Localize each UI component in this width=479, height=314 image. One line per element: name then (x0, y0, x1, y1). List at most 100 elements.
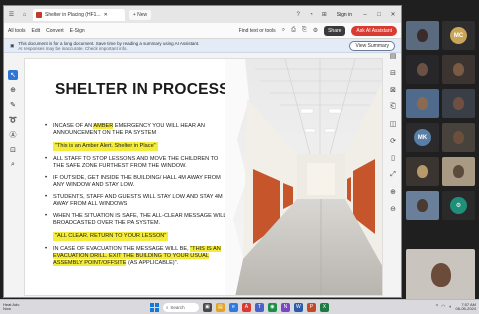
pdf-browser-window: ☰ ⌂ Shelter in Placing (HF1... ✕ + New ?… (3, 5, 402, 298)
chrome-icon[interactable]: ◉ (267, 302, 277, 312)
teams-icon[interactable]: T (254, 302, 264, 312)
sign-in-button[interactable]: Sign in (333, 12, 356, 18)
right-tool-rail: ▤ ⊟ ⊠ ⎗ ◫ ⟳ ▯ ⤢ ⊕ ⊖ (386, 51, 400, 213)
bullet-1: INCASE OF AN AMBER EMERGENCY YOU WILL HE… (45, 123, 230, 137)
participant-tile[interactable] (442, 157, 475, 186)
ai-summary-infobar: ▣ This document is for a long document. … (4, 39, 401, 53)
ask-assistant-button[interactable]: Ask AI Assistant (351, 25, 397, 36)
apps-grid-icon[interactable]: ⊞ (320, 10, 329, 19)
participant-video (453, 63, 464, 76)
taskbar-search[interactable]: ⌕ Search (162, 302, 199, 312)
participant-tile[interactable] (406, 89, 439, 118)
fit-page-icon[interactable]: ⤢ (389, 170, 398, 179)
chevron-up-icon[interactable]: ^ (436, 304, 438, 310)
left-tool-rail: ↖ ⊕ ✎ ➰ Ⓐ ⊡ ⌕ (7, 70, 19, 170)
close-tab-icon[interactable]: ✕ (104, 12, 108, 18)
zoom-tool-icon[interactable]: ⊕ (8, 85, 18, 95)
layers-icon[interactable]: ◫ (389, 119, 398, 128)
participant-tile[interactable] (442, 89, 475, 118)
minimize-icon[interactable]: – (360, 12, 370, 18)
convert-button[interactable]: Convert (46, 28, 64, 34)
lasso-tool-icon[interactable]: ➰ (8, 115, 18, 125)
select-tool-icon[interactable]: ↖ (8, 70, 18, 80)
participant-video (417, 29, 428, 42)
participant-tile[interactable] (406, 191, 439, 220)
participant-tile[interactable] (406, 21, 439, 50)
bullet-5: WHEN THE SITUATION IS SAFE, THE ALL-CLEA… (45, 213, 230, 227)
bookmark-icon[interactable]: ⎘ (302, 27, 307, 34)
refresh-icon[interactable]: ⟳ (389, 136, 398, 145)
weather-widget[interactable]: Heat Adv. Now (3, 302, 43, 312)
bullet-2: ALL STAFF TO STOP LESSONS AND MOVE THE C… (45, 156, 230, 170)
help-icon[interactable]: ? (294, 10, 303, 19)
pdf-favicon-icon (36, 11, 42, 18)
participant-tile[interactable] (406, 157, 439, 186)
file-explorer-icon[interactable]: ▤ (215, 302, 225, 312)
bookmark-panel-icon[interactable]: ⊠ (389, 85, 398, 94)
close-window-icon[interactable]: ✕ (388, 11, 398, 18)
maximize-icon[interactable]: □ (374, 12, 384, 18)
participant-video (417, 199, 428, 212)
page-icon[interactable]: ▯ (389, 153, 398, 162)
search-icon: ⌕ (165, 304, 169, 310)
browser-tab[interactable]: Shelter in Placing (HF1... ✕ (33, 8, 125, 21)
participant-tile[interactable]: ⚙ (442, 191, 475, 220)
stamp-tool-icon[interactable]: ⊡ (8, 145, 18, 155)
share-button[interactable]: Share (324, 25, 346, 36)
speaker-icon[interactable]: ◖ (449, 304, 452, 310)
info-icon: ▣ (10, 42, 15, 48)
wifi-icon[interactable]: ◠ (441, 304, 445, 310)
print-icon[interactable]: ⎙ (291, 27, 296, 34)
pdf-toolbar: All tools Edit Convert E-Sign Find text … (4, 23, 401, 39)
thumbnails-icon[interactable]: ⊟ (389, 68, 398, 77)
self-view-tile[interactable] (406, 249, 475, 301)
attach-icon[interactable]: ⎗ (389, 102, 398, 111)
participant-tile[interactable]: MC (442, 21, 475, 50)
esign-button[interactable]: E-Sign (70, 28, 85, 34)
all-tools-button[interactable]: All tools (8, 28, 26, 34)
windows-taskbar: Heat Adv. Now ⌕ Search ▣ ▤ e A T ◉ N W P… (0, 299, 479, 314)
comment-icon[interactable]: ▤ (389, 51, 398, 60)
zoom-in-icon[interactable]: ⊕ (389, 187, 398, 196)
taskbar-clock[interactable]: 7:57 AM 06-05-2024 (455, 302, 476, 312)
text-tool-icon[interactable]: Ⓐ (8, 130, 18, 140)
search-icon[interactable]: ⌕ (282, 27, 285, 34)
participant-video (453, 131, 464, 144)
school-hallway-image (225, 59, 382, 295)
slide-page: SHELTER IN PROCESS INCASE OF AN AMBER EM… (24, 58, 383, 296)
tab-title: Shelter in Placing (HF1... (45, 11, 101, 18)
search-tool-icon[interactable]: ⌕ (8, 160, 18, 170)
taskbar-apps: ⌕ Search ▣ ▤ e A T ◉ N W P X (43, 302, 436, 312)
onenote-icon[interactable]: N (280, 302, 290, 312)
search-label: Search (170, 304, 185, 310)
home-icon[interactable]: ⌂ (20, 10, 29, 19)
view-summary-button[interactable]: View Summary (349, 40, 395, 51)
participant-video (417, 165, 428, 178)
settings-icon[interactable]: ⚙ (313, 27, 318, 34)
participant-tile[interactable] (442, 123, 475, 152)
edit-button[interactable]: Edit (32, 28, 41, 34)
word-icon[interactable]: W (293, 302, 303, 312)
participant-tile[interactable] (442, 55, 475, 84)
windows-start-icon[interactable] (149, 302, 159, 312)
browser-tab-bar: ☰ ⌂ Shelter in Placing (HF1... ✕ + New ?… (4, 6, 401, 23)
slide-title: SHELTER IN PROCESS (55, 81, 230, 98)
task-view-icon[interactable]: ▣ (202, 302, 212, 312)
find-text-input[interactable]: Find text or tools (239, 28, 276, 34)
bell-icon[interactable]: ◔ (307, 10, 316, 19)
bullet-3: IF OUTSIDE, GET INSIDE THE BUILDING/ HAL… (45, 175, 230, 189)
pen-tool-icon[interactable]: ✎ (8, 100, 18, 110)
powerpoint-icon[interactable]: P (306, 302, 316, 312)
participant-tile[interactable]: MK (406, 123, 439, 152)
avatar: MK (414, 129, 431, 146)
participant-tile[interactable] (406, 55, 439, 84)
participant-video (417, 97, 428, 110)
edge-browser-icon[interactable]: e (228, 302, 238, 312)
zoom-out-icon[interactable]: ⊖ (389, 204, 398, 213)
menu-icon[interactable]: ☰ (7, 10, 16, 19)
pdf-app-icon[interactable]: A (241, 302, 251, 312)
new-tab-button[interactable]: + New (129, 9, 151, 20)
excel-icon[interactable]: X (319, 302, 329, 312)
participant-video (430, 263, 451, 287)
clock-date: 06-05-2024 (455, 306, 476, 311)
